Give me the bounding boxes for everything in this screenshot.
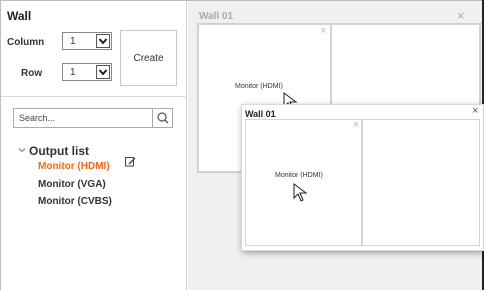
output-item-hdmi[interactable]: Monitor (HDMI) xyxy=(38,161,110,172)
panel-title: Wall xyxy=(7,9,32,23)
divider xyxy=(1,96,187,97)
edit-icon[interactable] xyxy=(125,154,136,167)
search-input[interactable]: Search... xyxy=(13,108,173,128)
wall-back-title: Wall 01 xyxy=(199,11,234,22)
close-icon[interactable]: × xyxy=(457,8,465,23)
search-placeholder: Search... xyxy=(19,113,56,123)
wall-front-cell-2[interactable] xyxy=(362,119,480,246)
close-icon[interactable]: × xyxy=(320,25,326,37)
column-value: 1 xyxy=(70,36,76,47)
wall-front-monitor-label: Monitor (HDMI) xyxy=(275,172,323,179)
close-icon[interactable]: × xyxy=(353,119,359,131)
column-label: Column xyxy=(7,37,45,48)
search-icon[interactable] xyxy=(152,109,172,127)
close-icon[interactable]: × xyxy=(472,105,478,117)
row-value: 1 xyxy=(70,67,76,78)
create-button[interactable]: Create xyxy=(120,30,177,86)
output-list-title: Output list xyxy=(29,144,89,158)
chevron-down-icon xyxy=(96,34,110,48)
left-panel: Wall Column 1 Row 1 Create Search... Out… xyxy=(1,1,187,290)
collapse-chevron-icon[interactable] xyxy=(18,146,26,156)
chevron-down-icon xyxy=(96,65,110,79)
output-item-vga[interactable]: Monitor (VGA) xyxy=(38,179,106,190)
row-label: Row xyxy=(21,68,43,79)
cursor-icon xyxy=(293,183,309,203)
wall-back-monitor-label: Monitor (HDMI) xyxy=(235,83,283,90)
wall-front-title: Wall 01 xyxy=(245,109,276,119)
column-select[interactable]: 1 xyxy=(62,32,112,50)
output-item-cvbs[interactable]: Monitor (CVBS) xyxy=(38,196,112,207)
row-select[interactable]: 1 xyxy=(62,63,112,81)
